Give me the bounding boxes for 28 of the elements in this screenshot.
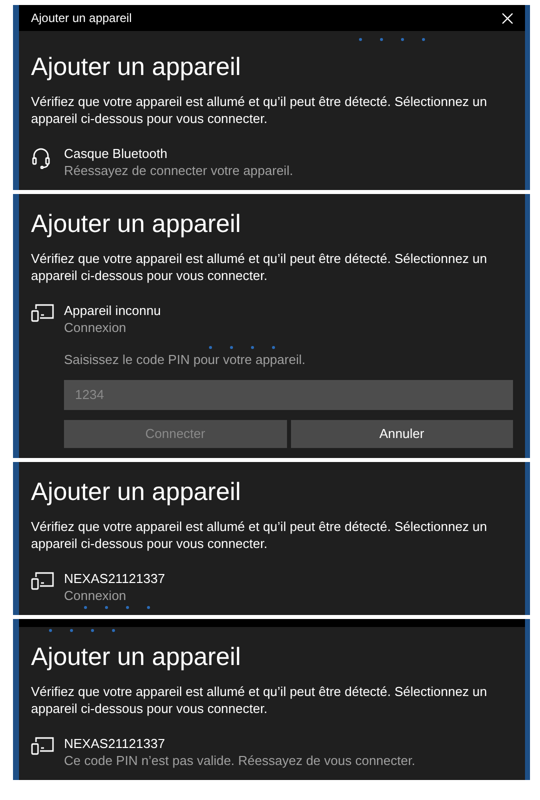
window-title: Ajouter un appareil [31, 10, 132, 27]
pin-prompt: Saisissez le code PIN pour votre appareil. [64, 351, 306, 369]
dialog-heading: Ajouter un appareil [31, 642, 242, 672]
device-status: Ce code PIN n’est pas valide. Réessayez de vous connecter. [64, 752, 416, 770]
device-icon [31, 304, 54, 322]
dialog-heading: Ajouter un appareil [31, 52, 242, 83]
device-name: NEXAS21121337 [64, 734, 166, 752]
cancel-button[interactable]: Annuler [290, 420, 513, 448]
pin-field[interactable]: 1234 [64, 380, 513, 410]
instructions-text: Vérifiez que votre appareil est allumé et qu’il peut être détecté. Sélectionnez un appareil ci-dessous pour vous connecter. [31, 682, 488, 716]
instructions-text: Vérifiez que votre appareil est allumé et qu’il peut être détecté. Sélectionnez un appareil ci-dessous pour vous connecter. [31, 250, 488, 284]
device-icon [31, 572, 54, 590]
device-item[interactable]: Casque Bluetooth Réessayez de connecter votre appareil. [31, 145, 513, 180]
dialog-heading: Ajouter un appareil [31, 209, 242, 240]
headset-icon [31, 147, 51, 169]
device-item[interactable]: NEXAS21121337 Connexion [31, 570, 513, 604]
dialog-heading: Ajouter un appareil [31, 476, 242, 508]
device-name: Appareil inconnu [64, 302, 162, 319]
device-name: Casque Bluetooth [64, 145, 168, 162]
device-name: NEXAS21121337 [64, 570, 166, 586]
device-item[interactable]: NEXAS21121337 Ce code PIN n’est pas valide. Réessayez de vous connecter. [31, 734, 513, 770]
device-status: Connexion [64, 319, 128, 337]
close-icon[interactable] [502, 12, 513, 24]
device-status: Connexion [64, 586, 128, 604]
instructions-text: Vérifiez que votre appareil est allumé et qu’il peut être détecté. Sélectionnez un appareil ci-dessous pour vous connecter. [31, 518, 488, 552]
device-status: Réessayez de connecter votre appareil. [64, 162, 294, 180]
instructions-text: Vérifiez que votre appareil est allumé et qu’il peut être détecté. Sélectionnez un appareil ci-dessous pour vous connecter. [31, 93, 488, 127]
device-icon [31, 736, 54, 754]
